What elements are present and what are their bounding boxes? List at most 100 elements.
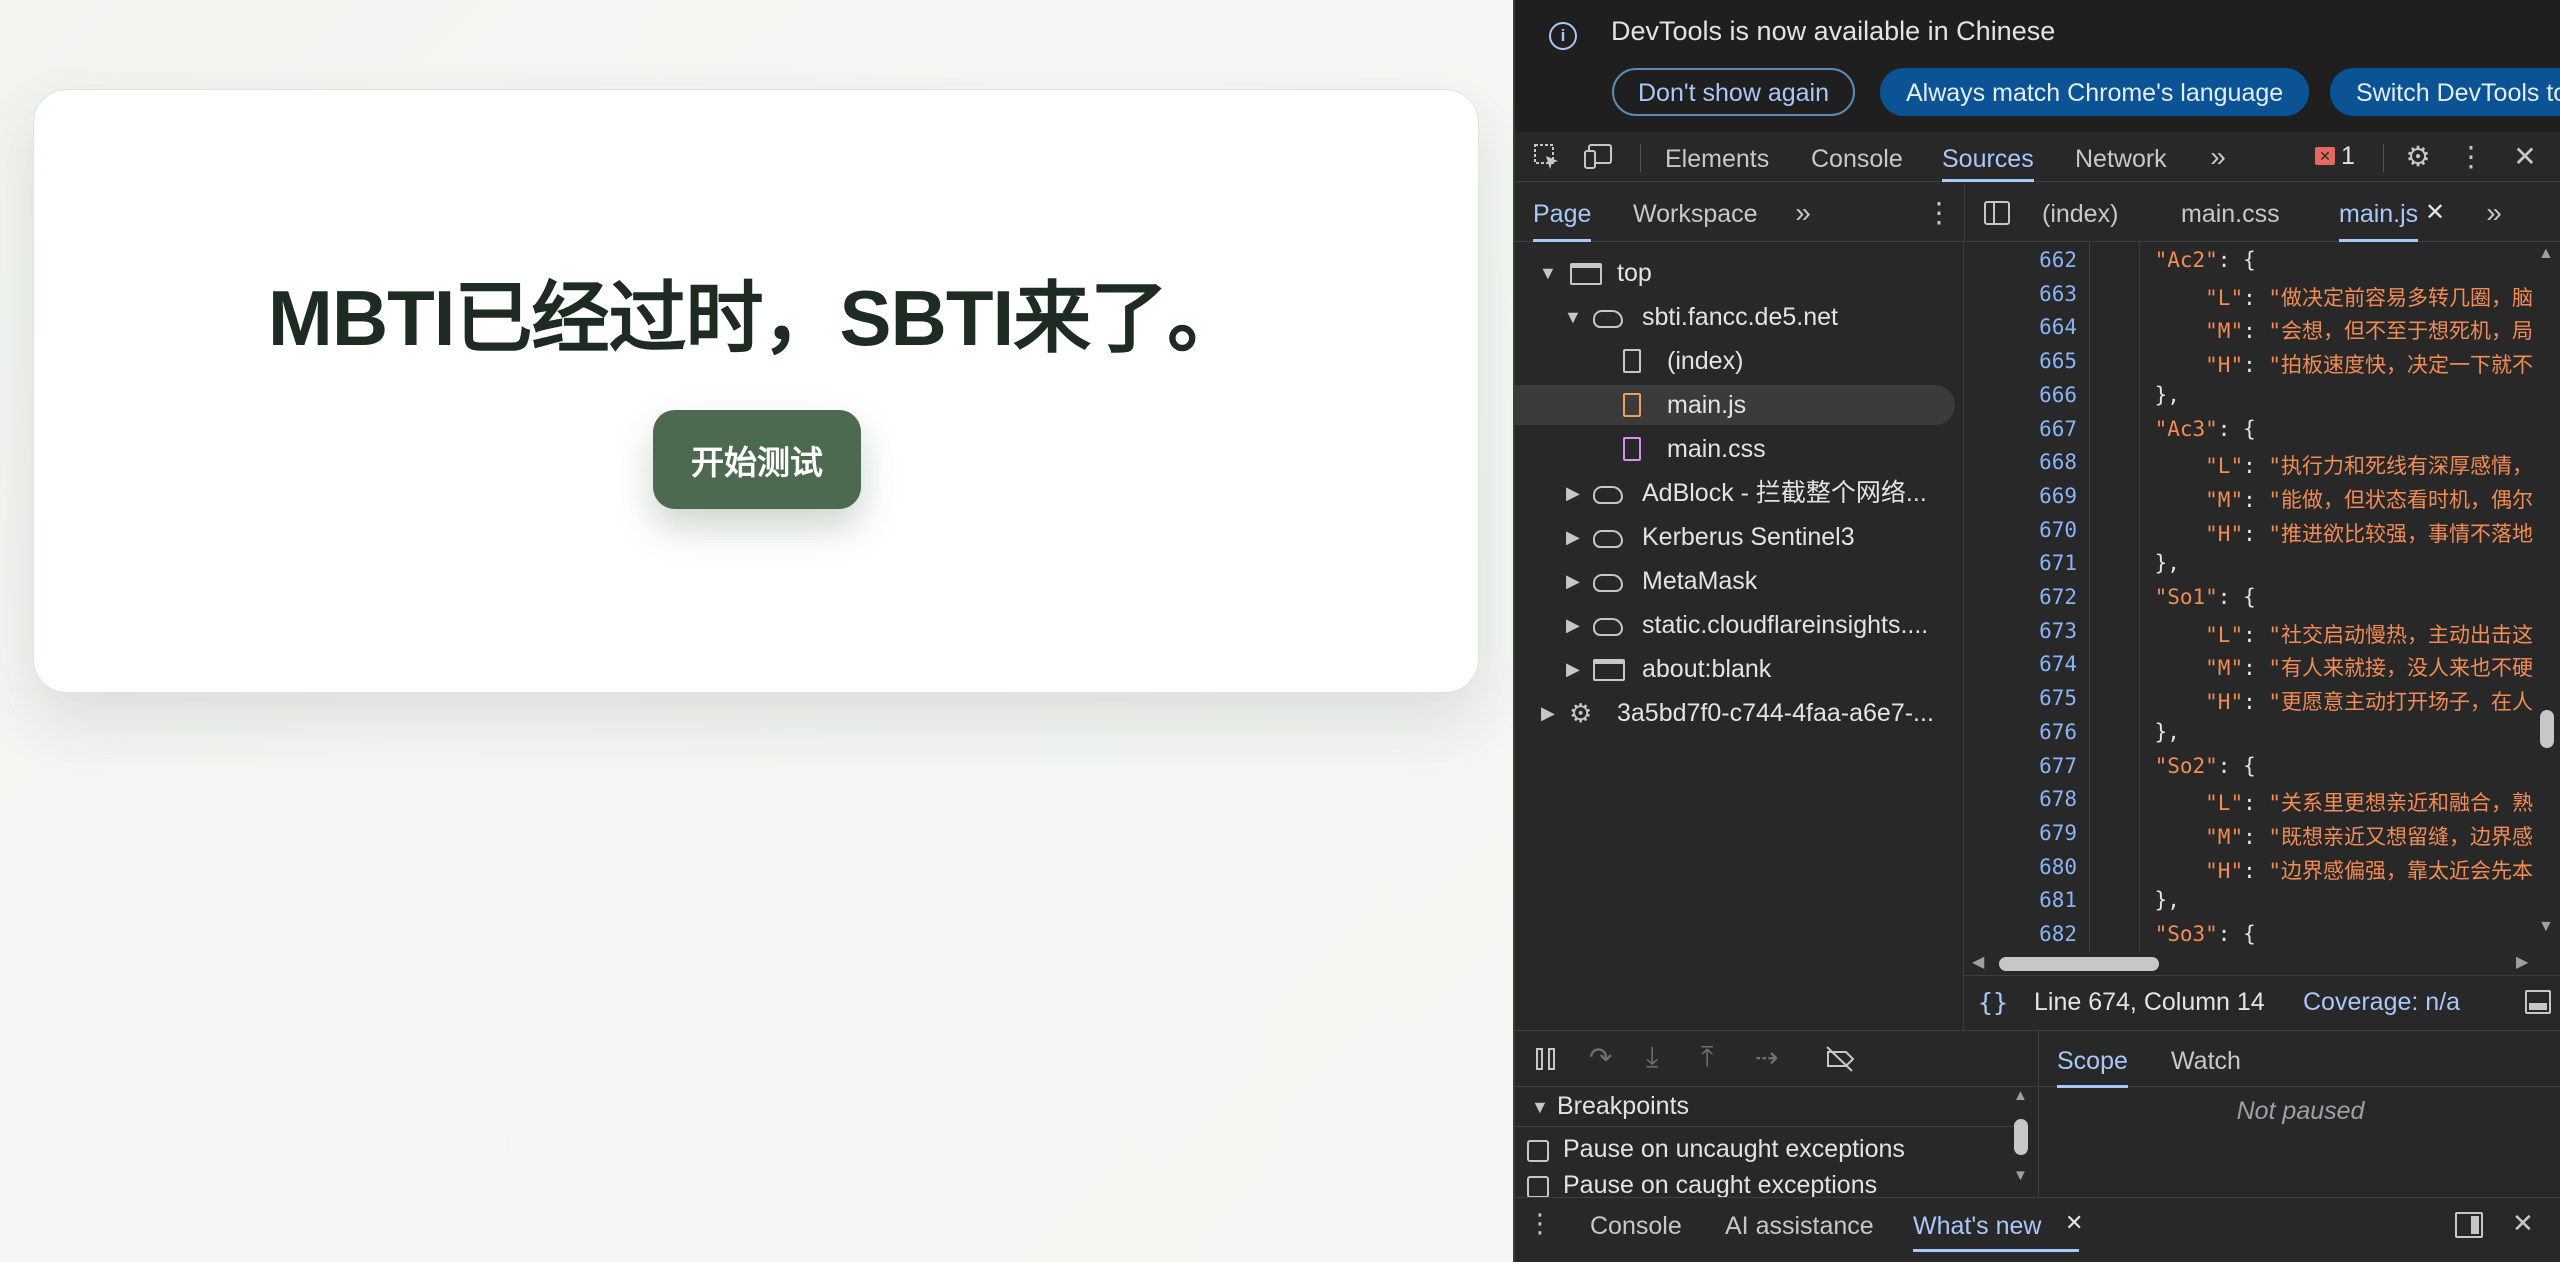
device-toolbar-icon[interactable] [1581, 132, 1617, 188]
cursor-position: Line 674, Column 14 [2034, 988, 2265, 1016]
tree-item-cloudflare[interactable]: ▶ static.cloudflareinsights.... [1515, 605, 1964, 645]
tree-item-mainjs[interactable]: main.js [1515, 385, 1955, 425]
start-test-button[interactable]: 开始测试 [653, 410, 861, 509]
always-match-language-button[interactable]: Always match Chrome's language [1880, 68, 2310, 116]
main-toolbar: Elements Console Sources Network » ✕ 1 ⚙… [1515, 132, 2560, 182]
line-number[interactable]: 665 [1964, 349, 2077, 373]
step-out-icon[interactable]: ⤒ [1701, 1041, 1713, 1074]
horizontal-scrollbar-thumb[interactable] [1999, 957, 2159, 971]
tree-item-metamask[interactable]: ▶ MetaMask [1515, 561, 1964, 601]
line-number[interactable]: 676 [1964, 720, 2077, 744]
bp-scroll-up-icon[interactable]: ▲ [2013, 1087, 2028, 1104]
web-page: MBTI已经过时，SBTI来了。 开始测试 [0, 0, 1513, 1262]
vertical-scrollbar-thumb[interactable] [2540, 710, 2554, 748]
tab-console[interactable]: Console [1811, 132, 1903, 182]
line-number[interactable]: 666 [1964, 383, 2077, 407]
drawer-kebab-icon[interactable]: ⋮ [1527, 1208, 1553, 1239]
drawer-tab-ai-assistance[interactable]: AI assistance [1725, 1198, 1874, 1252]
tab-sources[interactable]: Sources [1942, 132, 2034, 182]
breakpoints-scrollbar-thumb[interactable] [2014, 1119, 2028, 1155]
toggle-navigator-icon[interactable] [1977, 184, 2017, 246]
scroll-left-arrow-icon[interactable]: ◀ [1972, 952, 1984, 972]
close-drawer-icon[interactable]: ✕ [2512, 1208, 2534, 1239]
code-line: "H": "边界感偏强，靠太近会先本 [2205, 858, 2534, 883]
pause-caught-checkbox[interactable] [1527, 1176, 1549, 1197]
editor-more-chevron-icon[interactable]: » [2476, 184, 2512, 242]
breakpoints-header[interactable]: ▼ Breakpoints [1515, 1087, 2025, 1127]
toggle-sidebar-icon[interactable] [2525, 990, 2551, 1014]
line-number[interactable]: 673 [1964, 619, 2077, 643]
editor-tab-index[interactable]: (index) [2042, 184, 2118, 242]
scroll-right-arrow-icon[interactable]: ▶ [2516, 952, 2528, 972]
tab-scope[interactable]: Scope [2057, 1031, 2128, 1088]
nav-tab-workspace[interactable]: Workspace [1633, 184, 1758, 242]
tree-item-maincss[interactable]: main.css [1515, 429, 1964, 469]
tree-item-blank[interactable]: ▶ about:blank [1515, 649, 1964, 689]
editor-status-bar: {} Line 674, Column 14 Coverage: n/a [1964, 975, 2560, 1029]
line-number[interactable]: 681 [1964, 888, 2077, 912]
nav-tab-page[interactable]: Page [1533, 184, 1592, 242]
step-into-icon[interactable]: ⤓ [1646, 1041, 1658, 1074]
drawer-tab-console[interactable]: Console [1590, 1198, 1682, 1252]
coverage-status[interactable]: Coverage: n/a [2303, 988, 2460, 1017]
line-number[interactable]: 680 [1964, 855, 2077, 879]
code-editor[interactable]: 662 "Ac2": {663 "L": "做决定前容易多转几圈，脑 664 "M… [1964, 242, 2560, 952]
line-number[interactable]: 669 [1964, 484, 2077, 508]
tab-network[interactable]: Network [2075, 132, 2167, 182]
code-line: "M": "既想亲近又想留缝，边界感 [2205, 824, 2534, 849]
scroll-down-arrow-icon[interactable]: ▼ [2538, 918, 2554, 936]
customize-kebab-icon[interactable]: ⋮ [2453, 132, 2489, 182]
tree-item-worker[interactable]: ▶ ⚙ 3a5bd7f0-c744-4faa-a6e7-... [1515, 693, 1964, 733]
close-devtools-icon[interactable]: ✕ [2505, 132, 2545, 182]
more-tabs-chevron-icon[interactable]: » [2200, 132, 2236, 182]
line-number[interactable]: 667 [1964, 417, 2077, 441]
nav-more-chevron-icon[interactable]: » [1785, 184, 1821, 242]
line-number[interactable]: 671 [1964, 551, 2077, 575]
bp-scroll-down-icon[interactable]: ▼ [2013, 1167, 2028, 1184]
step-icon[interactable]: ⇢ [1755, 1041, 1778, 1074]
step-over-icon[interactable]: ↷ [1589, 1041, 1612, 1074]
tree-label-maincss: main.css [1667, 435, 1766, 463]
line-number[interactable]: 677 [1964, 754, 2077, 778]
tree-item-domain[interactable]: ▼ sbti.fancc.de5.net [1515, 297, 1964, 337]
tab-elements[interactable]: Elements [1665, 132, 1769, 182]
close-whats-new-icon[interactable]: ✕ [2065, 1210, 2083, 1236]
dont-show-again-button[interactable]: Don't show again [1612, 68, 1856, 116]
line-number[interactable]: 668 [1964, 450, 2077, 474]
line-number[interactable]: 675 [1964, 686, 2077, 710]
nav-kebab-icon[interactable]: ⋮ [1925, 184, 1953, 242]
tab-watch[interactable]: Watch [2171, 1031, 2241, 1088]
line-number[interactable]: 663 [1964, 282, 2077, 306]
line-number[interactable]: 679 [1964, 821, 2077, 845]
pretty-print-braces-icon[interactable]: {} [1978, 988, 2008, 1017]
line-number[interactable]: 672 [1964, 585, 2077, 609]
tree-item-index[interactable]: (index) [1515, 341, 1964, 381]
scroll-up-arrow-icon[interactable]: ▲ [2538, 245, 2554, 263]
dock-side-icon[interactable] [2455, 1212, 2483, 1238]
line-number[interactable]: 678 [1964, 787, 2077, 811]
tree-item-kerberus[interactable]: ▶ Kerberus Sentinel3 [1515, 517, 1964, 557]
line-number[interactable]: 674 [1964, 652, 2077, 676]
settings-gear-icon[interactable]: ⚙ [2398, 132, 2438, 182]
line-number[interactable]: 662 [1964, 248, 2077, 272]
pause-uncaught-checkbox[interactable] [1527, 1140, 1549, 1162]
switch-devtools-language-button[interactable]: Switch DevTools to [2330, 68, 2560, 116]
editor-tab-maincss[interactable]: main.css [2181, 184, 2280, 242]
editor-tab-mainjs[interactable]: main.js [2339, 184, 2419, 242]
line-number[interactable]: 682 [1964, 922, 2077, 946]
tree-item-top[interactable]: ▼ top [1515, 253, 1964, 293]
code-line: "M": "能做，但状态看时机，偶尔 [2205, 487, 2534, 512]
code-line: "M": "会想，但不至于想死机，局 [2205, 319, 2534, 344]
deactivate-breakpoints-icon[interactable] [1824, 1045, 1856, 1073]
horizontal-scrollbar[interactable]: ◀ ▶ [1964, 952, 2560, 975]
tree-item-adblock[interactable]: ▶ AdBlock - 拦截整个网络... [1515, 473, 1964, 513]
issues-error-icon[interactable]: ✕ [2315, 147, 2335, 165]
inspect-element-icon[interactable] [1529, 132, 1565, 188]
code-line: }, [2104, 888, 2180, 913]
line-number[interactable]: 664 [1964, 315, 2077, 339]
line-number[interactable]: 670 [1964, 518, 2077, 542]
close-tab-icon[interactable]: ✕ [2423, 184, 2447, 242]
drawer-tab-whats-new[interactable]: What's new [1913, 1198, 2080, 1252]
pause-icon[interactable] [1533, 1046, 1559, 1072]
issues-count[interactable]: 1 [2341, 142, 2355, 171]
